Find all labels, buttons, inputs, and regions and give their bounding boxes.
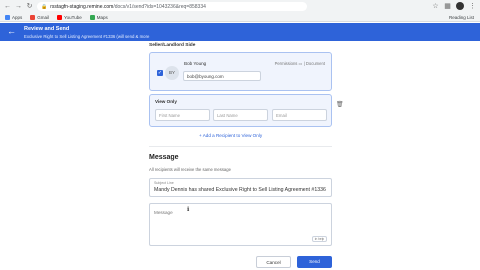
browser-nav: ← → ↻ xyxy=(0,3,33,10)
browser-actions: ☆ ▦ ⋮ xyxy=(432,2,476,10)
browser-toolbar: ← → ↻ 🔒 rsstagfn-staging.remine.com/docs… xyxy=(0,0,480,13)
message-field[interactable]: Message ℹ in help xyxy=(149,203,332,246)
page-title: Review and Send xyxy=(24,26,70,32)
bookmark-apps[interactable]: Apps xyxy=(5,14,22,20)
signer-checkbox[interactable]: ✓ xyxy=(157,70,163,76)
gmail-icon xyxy=(30,14,36,20)
help-chip[interactable]: in help xyxy=(312,236,327,242)
divider xyxy=(149,146,332,147)
bookmark-gmail[interactable]: Gmail xyxy=(30,14,49,20)
signer-email-field[interactable]: bob@byoung.com xyxy=(183,71,261,81)
permissions-link[interactable]: Permissions ▭ | Document xyxy=(275,61,325,66)
app-header: ← Review and Send Exclusive Right to Sel… xyxy=(0,23,480,41)
menu-icon[interactable]: ⋮ xyxy=(469,3,476,10)
bookmark-youtube[interactable]: YouTube xyxy=(57,14,82,20)
send-button[interactable]: Send xyxy=(297,256,332,268)
url-text: rsstagfn-staging.remine.com/docs/v1/send… xyxy=(50,3,206,10)
signer-section-label: Seller/Landlord Side xyxy=(149,43,196,48)
youtube-icon xyxy=(57,14,63,20)
avatar: BY xyxy=(165,66,179,80)
lock-icon: 🔒 xyxy=(41,3,48,10)
message-heading: Message xyxy=(149,154,179,161)
message-note: All recipients will receive the same mes… xyxy=(149,167,231,172)
back-arrow-icon[interactable]: ← xyxy=(7,26,16,36)
apps-icon xyxy=(5,14,10,20)
subject-field[interactable]: Subject Line Mandy Dennis has shared Exc… xyxy=(149,178,332,197)
message-placeholder: Message xyxy=(154,210,173,215)
trash-icon[interactable]: 🗑 xyxy=(336,102,344,109)
subject-label: Subject Line xyxy=(154,181,174,185)
profile-avatar[interactable] xyxy=(456,2,464,10)
star-icon[interactable]: ☆ xyxy=(432,3,439,10)
view-only-label: View Only xyxy=(155,99,177,104)
address-bar[interactable]: 🔒 rsstagfn-staging.remine.com/docs/v1/se… xyxy=(37,2,307,11)
back-icon[interactable]: ← xyxy=(4,3,11,10)
bookmark-maps[interactable]: Maps xyxy=(89,14,108,20)
forward-icon[interactable]: → xyxy=(15,3,22,10)
text-cursor-icon: ℹ xyxy=(187,207,190,213)
add-recipient-link[interactable]: + Add a Recipient to View Only xyxy=(199,133,262,138)
email-field[interactable]: Email xyxy=(272,109,327,121)
reading-list[interactable]: Reading List xyxy=(449,15,474,20)
bookmarks-bar: Apps Gmail YouTube Maps Reading List xyxy=(0,13,480,22)
signer-card: ✓ BY Bob Young Permissions ▭ | Document … xyxy=(149,52,332,91)
extensions-icon[interactable]: ▦ xyxy=(444,3,451,10)
page-subtitle: Exclusive Right to Sell Listing Agreemen… xyxy=(24,34,150,39)
cancel-button[interactable]: Cancel xyxy=(256,256,291,268)
subject-value: Mandy Dennis has shared Exclusive Right … xyxy=(154,187,326,193)
first-name-field[interactable]: First Name xyxy=(155,109,210,121)
view-only-card: View Only First Name Last Name Email xyxy=(149,94,332,127)
maps-icon xyxy=(89,14,95,20)
last-name-field[interactable]: Last Name xyxy=(213,109,268,121)
signer-name: Bob Young xyxy=(184,61,207,66)
reload-icon[interactable]: ↻ xyxy=(26,3,33,10)
